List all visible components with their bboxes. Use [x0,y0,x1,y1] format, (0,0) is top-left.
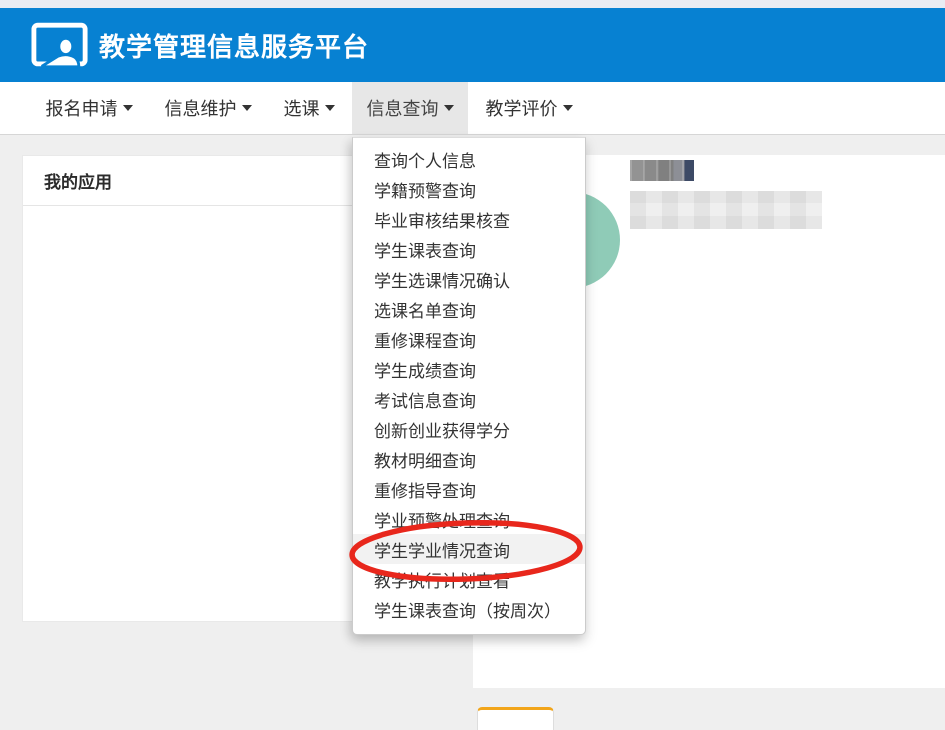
bottom-tab-partial[interactable] [477,707,554,730]
nav-item-3[interactable]: 选课 [269,82,349,134]
dropdown-menu-item[interactable]: 教材明细查询 [353,444,585,474]
main-nav: 报名申请 信息维护 选课 信息查询 教学评价 [0,82,945,135]
chevron-down-icon [325,105,335,111]
dropdown-menu-item[interactable]: 学业预警处理查询 [353,504,585,534]
nav-item-label: 教学评价 [486,95,558,121]
nav-item-label: 信息维护 [165,95,237,121]
dropdown-menu-item[interactable]: 重修指导查询 [353,474,585,504]
window-top-strip [0,0,945,8]
dropdown-menu-item[interactable]: 学生成绩查询 [353,354,585,384]
dropdown-menu-item[interactable]: 学生课表查询（按周次） [353,594,585,624]
dropdown-menu-item[interactable]: 毕业审核结果核查 [353,204,585,234]
nav-item-label: 报名申请 [46,95,118,121]
dropdown-menu-item[interactable]: 学生选课情况确认 [353,264,585,294]
chevron-down-icon [242,105,252,111]
nav-item-label: 信息查询 [367,95,439,121]
nav-item-1[interactable]: 报名申请 [31,82,147,134]
dropdown-menu-item[interactable]: 创新创业获得学分 [353,414,585,444]
dropdown-menu-item[interactable]: 学籍预警查询 [353,174,585,204]
app-header: 教学管理信息服务平台 [0,8,945,82]
dropdown-menu-item[interactable]: 学生课表查询 [353,234,585,264]
platform-logo-icon [31,22,89,69]
nav-item-5[interactable]: 教学评价 [471,82,587,134]
nav-item-label: 选课 [284,95,320,121]
nav-item-2[interactable]: 信息维护 [150,82,266,134]
chevron-down-icon [123,105,133,111]
nav-item-4[interactable]: 信息查询 [352,82,468,134]
dropdown-menu-item[interactable]: 考试信息查询 [353,384,585,414]
dropdown-menu-item[interactable]: 教学执行计划查看 [353,564,585,594]
dropdown-menu-item[interactable]: 查询个人信息 [353,144,585,174]
chevron-down-icon [444,105,454,111]
info-query-dropdown: 查询个人信息学籍预警查询毕业审核结果核查学生课表查询学生选课情况确认选课名单查询… [352,137,586,635]
redacted-username [630,160,694,181]
chevron-down-icon [563,105,573,111]
page-title: 教学管理信息服务平台 [99,27,369,64]
dropdown-menu-item[interactable]: 学生学业情况查询 [353,534,585,564]
redacted-user-details [630,191,822,229]
dropdown-menu-item[interactable]: 选课名单查询 [353,294,585,324]
dropdown-menu-item[interactable]: 重修课程查询 [353,324,585,354]
